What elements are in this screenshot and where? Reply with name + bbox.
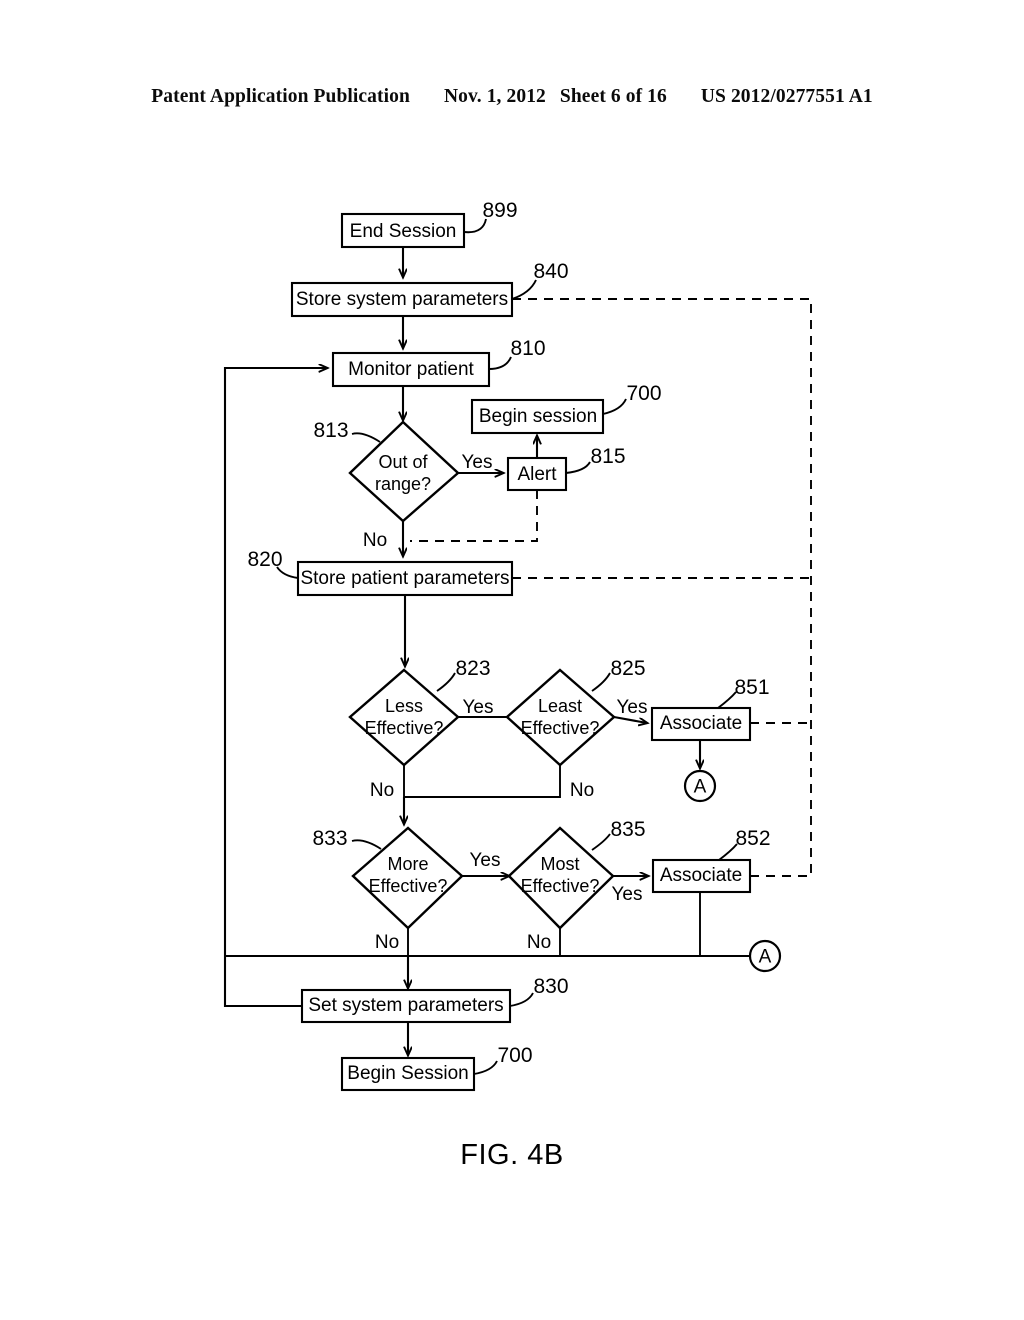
leader-813: [351, 432, 381, 443]
ref-820: 820: [247, 548, 282, 571]
label-more-effective-no: No: [375, 932, 399, 953]
leader-700-bottom: [473, 1060, 498, 1075]
label-less-effective-no: No: [370, 780, 394, 801]
node-set-system-parameters[interactable]: Set system parameters: [300, 988, 512, 1024]
leader-840: [511, 279, 537, 300]
least-effective-label-line2: Effective?: [521, 718, 600, 738]
ref-813: 813: [313, 419, 348, 442]
most-effective-label-line1: Most: [540, 854, 579, 874]
set-system-parameters-label: Set system parameters: [308, 995, 503, 1016]
begin-session-bottom-label: Begin Session: [347, 1063, 468, 1084]
connector-a-upper: A: [683, 769, 717, 803]
label-least-effective-no: No: [570, 780, 594, 801]
flowchart-diagram: End Session 899 Store system parameters …: [223, 199, 812, 1092]
leader-851: [717, 691, 737, 709]
more-effective-label-line2: Effective?: [369, 876, 448, 896]
leader-852: [718, 843, 738, 861]
ref-823: 823: [455, 657, 490, 680]
node-most-effective[interactable]: Most Effective?: [507, 826, 615, 930]
node-associate-851[interactable]: Associate: [650, 706, 752, 742]
ref-830: 830: [533, 975, 568, 998]
node-less-effective[interactable]: Less Effective?: [348, 668, 460, 767]
ref-840: 840: [533, 260, 568, 283]
leader-700-top: [602, 398, 627, 415]
edge-least-effective-no-join: [404, 765, 561, 798]
monitor-patient-label: Monitor patient: [348, 359, 474, 380]
label-least-effective-yes: Yes: [617, 697, 648, 718]
node-out-of-range[interactable]: Out of range?: [348, 420, 460, 523]
node-least-effective[interactable]: Least Effective?: [505, 668, 616, 767]
end-session-label: End Session: [350, 221, 457, 242]
leader-810: [488, 356, 512, 370]
node-begin-session-bottom[interactable]: Begin Session: [340, 1056, 476, 1092]
begin-session-top-label: Begin session: [479, 406, 597, 427]
patent-page: Patent Application Publication Nov. 1, 2…: [0, 0, 1024, 1320]
label-out-of-range-no: No: [363, 530, 387, 551]
ref-833: 833: [312, 827, 347, 850]
leader-835: [591, 833, 611, 851]
ref-835: 835: [610, 818, 645, 841]
out-of-range-label-line2: range?: [375, 474, 431, 494]
store-system-parameters-label: Store system parameters: [296, 289, 508, 310]
figure-caption: FIG. 4B: [460, 1139, 564, 1171]
label-most-effective-no: No: [527, 932, 551, 953]
node-alert[interactable]: Alert: [506, 456, 568, 492]
node-begin-session-top[interactable]: Begin session: [470, 398, 605, 435]
node-store-patient-parameters[interactable]: Store patient parameters: [296, 560, 514, 597]
alert-label: Alert: [517, 464, 557, 485]
ref-851: 851: [734, 676, 769, 699]
store-patient-parameters-label: Store patient parameters: [300, 568, 509, 589]
leader-833: [351, 839, 382, 850]
less-effective-label-line2: Effective?: [365, 718, 444, 738]
leader-825: [591, 672, 611, 692]
out-of-range-label-line1: Out of: [378, 452, 428, 472]
ref-815: 815: [590, 445, 625, 468]
node-associate-852[interactable]: Associate: [651, 858, 752, 894]
associate-852-label: Associate: [660, 865, 742, 886]
label-most-effective-yes: Yes: [612, 884, 643, 905]
ref-810: 810: [510, 337, 545, 360]
more-effective-label-line1: More: [387, 854, 428, 874]
ref-700-bottom: 700: [497, 1044, 532, 1067]
associate-851-label: Associate: [660, 713, 742, 734]
label-more-effective-yes: Yes: [470, 850, 501, 871]
leader-830: [509, 992, 534, 1007]
connector-a-lower: A: [748, 939, 782, 973]
ref-899: 899: [482, 199, 517, 222]
connector-a-lower-label: A: [759, 947, 772, 968]
node-monitor-patient[interactable]: Monitor patient: [331, 351, 491, 388]
least-effective-label-line1: Least: [538, 696, 582, 716]
edge-set-system-loopback-to-monitor: [223, 368, 327, 1008]
leader-815: [565, 461, 591, 474]
label-less-effective-yes: Yes: [463, 697, 494, 718]
ref-825: 825: [610, 657, 645, 680]
less-effective-label-line1: Less: [385, 696, 423, 716]
node-store-system-parameters[interactable]: Store system parameters: [290, 281, 514, 318]
connector-a-upper-label: A: [694, 777, 707, 798]
leader-823: [436, 672, 456, 692]
most-effective-label-line2: Effective?: [521, 876, 600, 896]
ref-700-top: 700: [626, 382, 661, 405]
ref-852: 852: [735, 827, 770, 850]
label-out-of-range-yes: Yes: [462, 452, 493, 473]
node-end-session[interactable]: End Session: [340, 212, 466, 249]
